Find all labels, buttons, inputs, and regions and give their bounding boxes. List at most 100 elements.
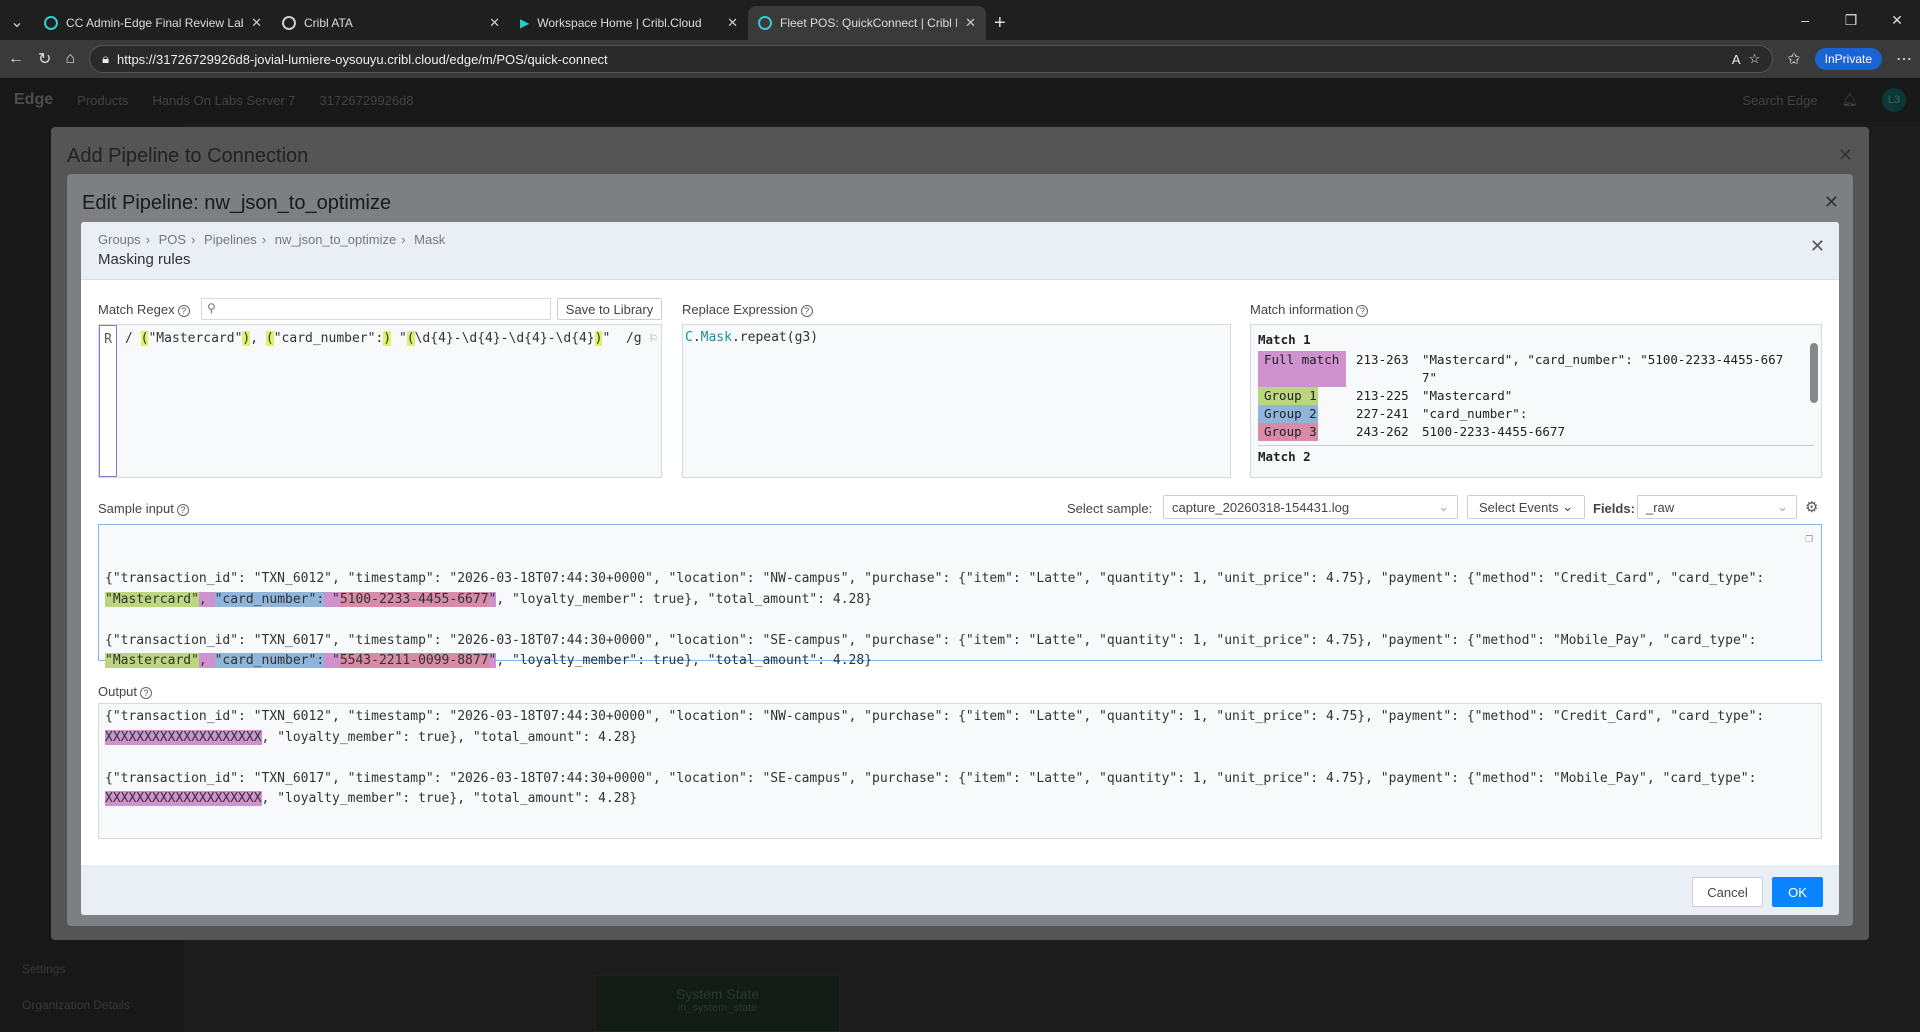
browser-tab-active[interactable]: Fleet POS: QuickConnect | Cribl Ed ✕ (748, 6, 986, 40)
sample-segment: , "loyalty_member": true}, "total_amount… (496, 653, 873, 668)
inprivate-badge[interactable]: InPrivate (1814, 48, 1882, 70)
match-range: 227-241 (1356, 406, 1409, 421)
select-sample-dropdown[interactable]: capture_20260318-154431.log ⌄ (1163, 495, 1458, 519)
sample-segment: , (198, 591, 215, 607)
browser-tab[interactable]: ▶ Workspace Home | Cribl.Cloud ✕ (510, 6, 748, 40)
match-row: Full match 213-263 "Mastercard", "card_num… (1258, 351, 1814, 387)
browser-tab[interactable]: CC Admin-Edge Final Review Lab ✕ (34, 6, 272, 40)
close-tab-icon[interactable]: ✕ (489, 15, 500, 31)
output-label: Output (98, 684, 138, 699)
close-icon[interactable]: ✕ (1824, 192, 1839, 213)
search-icon: ⚲ (207, 301, 216, 315)
match-value: "card_number": (1422, 406, 1528, 421)
breadcrumb-item[interactable]: POS (159, 232, 186, 247)
url-field[interactable]: 🔒︎ https://31726729926d8-jovial-lumiere-o… (89, 45, 1774, 73)
help-icon[interactable]: ? (177, 305, 190, 317)
fields-dropdown[interactable]: _raw ⌄ (1637, 495, 1797, 519)
sample-segment: "Mastercard" (105, 591, 199, 607)
match-range: 213-225 (1356, 388, 1409, 403)
close-icon[interactable]: ✕ (1810, 236, 1825, 257)
sample-segment: 5543-2211-0099-8877 (339, 653, 489, 668)
browser-tab[interactable]: Cribl ATA ✕ (272, 6, 510, 40)
help-icon[interactable]: ? (1356, 305, 1369, 317)
match-row: Group 1 213-225 "Mastercard" (1258, 387, 1814, 405)
masked-value: XXXXXXXXXXXXXXXXXXXX (105, 791, 262, 806)
breadcrumb-item[interactable]: Groups (98, 232, 141, 247)
close-tab-icon[interactable]: ✕ (727, 15, 738, 31)
sample-segment: , "loyalty_member": true}, "total_amount… (496, 591, 873, 607)
help-icon[interactable]: ? (140, 687, 153, 699)
sample-segment: " (324, 591, 340, 607)
close-tab-icon[interactable]: ✕ (251, 15, 262, 31)
home-icon[interactable]: ⌂ (65, 50, 75, 68)
masked-value: XXXXXXXXXXXXXXXXXXXX (105, 729, 262, 745)
select-sample-label: Select sample: (1067, 501, 1153, 516)
output-event: {"transaction_id": "TXN_6012", "timestam… (105, 709, 1765, 745)
page-title: Masking rules (98, 251, 191, 268)
regex-search-input[interactable]: ⚲ (201, 298, 551, 320)
read-aloud-icon[interactable]: A (1732, 52, 1741, 67)
sample-event: {"transaction_id": "TXN_6017", "timestam… (105, 632, 1757, 668)
tab-list-chevron-icon[interactable]: ⌄ (0, 6, 34, 40)
masking-rules-modal: Groups › POS › Pipelines › nw_json_to_optim… (81, 222, 1839, 915)
window-close-icon[interactable]: ✕ (1874, 0, 1920, 40)
favorites-icon[interactable]: ✩ (1787, 49, 1800, 69)
copy-icon[interactable]: ❐ (1805, 529, 1813, 550)
reload-icon[interactable]: ↻ (38, 49, 51, 69)
tab-favicon-icon (758, 16, 772, 30)
save-to-library-button[interactable]: Save to Library (557, 298, 662, 320)
help-icon[interactable]: ? (176, 504, 189, 516)
ok-button[interactable]: OK (1772, 877, 1823, 907)
match-regex-label: Match Regex (98, 302, 175, 317)
match-range: 213-263 (1356, 352, 1409, 367)
regex-editor[interactable]: R / ("Mastercard"), ("card_number":) "(\… (98, 324, 662, 478)
group-tag: Full match (1258, 351, 1346, 387)
select-events-dropdown[interactable]: Select Events ⌄ (1467, 495, 1585, 519)
chevron-down-icon: ⌄ (1777, 499, 1788, 514)
sample-segment: , (198, 653, 215, 668)
help-icon[interactable]: ? (800, 305, 813, 317)
close-icon[interactable]: ✕ (1838, 145, 1853, 166)
replace-expression-editor[interactable]: C.Mask.repeat(g3) (682, 324, 1231, 478)
match-row: Group 2 227-241 "card_number": (1258, 405, 1814, 423)
browser-tab-bar: ⌄ CC Admin-Edge Final Review Lab ✕ Cribl … (0, 0, 1920, 40)
group-tag: Group 2 (1258, 405, 1318, 423)
match-title: Match 1 (1258, 332, 1311, 347)
more-icon[interactable]: ⋯ (1896, 49, 1912, 69)
regex-text: / ("Mastercard"), ("card_number":) "(\d{… (125, 331, 658, 346)
modal-title: Add Pipeline to Connection (67, 145, 309, 167)
modal-title: Edit Pipeline: nw_json_to_optimize (82, 192, 392, 214)
sample-segment: "Mastercard" (105, 653, 199, 668)
breadcrumb: Groups › POS › Pipelines › nw_json_to_optim… (98, 232, 446, 247)
sample-segment: "card_number": (214, 591, 325, 607)
group-tag: Group 3 (1258, 423, 1318, 441)
sample-input-editor[interactable]: {"transaction_id": "TXN_6012", "timestam… (98, 524, 1822, 668)
output-event: {"transaction_id": "TXN_6017", "timestam… (105, 770, 1757, 806)
lock-icon: 🔒︎ (102, 51, 109, 66)
sample-segment: 5100-2233-4455-6677 (339, 591, 489, 607)
close-tab-icon[interactable]: ✕ (965, 15, 976, 31)
gear-icon[interactable]: ⚙ (1805, 498, 1818, 516)
minimize-icon[interactable]: – (1782, 0, 1828, 40)
regex-flag: R (99, 325, 117, 477)
chevron-down-icon: ⌄ (1562, 499, 1574, 514)
sample-segment: " (324, 653, 340, 668)
cancel-button[interactable]: Cancel (1692, 877, 1763, 907)
match-row: Group 3 243-262 5100-2233-4455-6677 (1258, 423, 1814, 441)
restore-icon[interactable]: ❐ (1828, 0, 1874, 40)
flag-icon[interactable]: ⚐ (649, 331, 657, 346)
chevron-down-icon: ⌄ (1438, 499, 1449, 514)
sample-segment: "card_number": (214, 653, 325, 668)
match-info-scrollbar[interactable] (1810, 329, 1818, 473)
replace-expression-label: Replace Expression (682, 302, 798, 317)
tab-favicon-icon (44, 16, 58, 30)
breadcrumb-item: Mask (414, 232, 446, 247)
new-tab-icon[interactable]: + (994, 6, 1006, 40)
match-information-label: Match information (1250, 302, 1354, 317)
breadcrumb-item[interactable]: nw_json_to_optimize (275, 232, 396, 247)
back-icon[interactable]: ← (8, 50, 24, 68)
match-range: 243-262 (1356, 424, 1409, 439)
favorite-star-icon[interactable]: ☆ (1749, 51, 1761, 67)
match-value: "Mastercard", "card_number": "5100-2233-… (1422, 352, 1784, 385)
breadcrumb-item[interactable]: Pipelines (204, 232, 257, 247)
